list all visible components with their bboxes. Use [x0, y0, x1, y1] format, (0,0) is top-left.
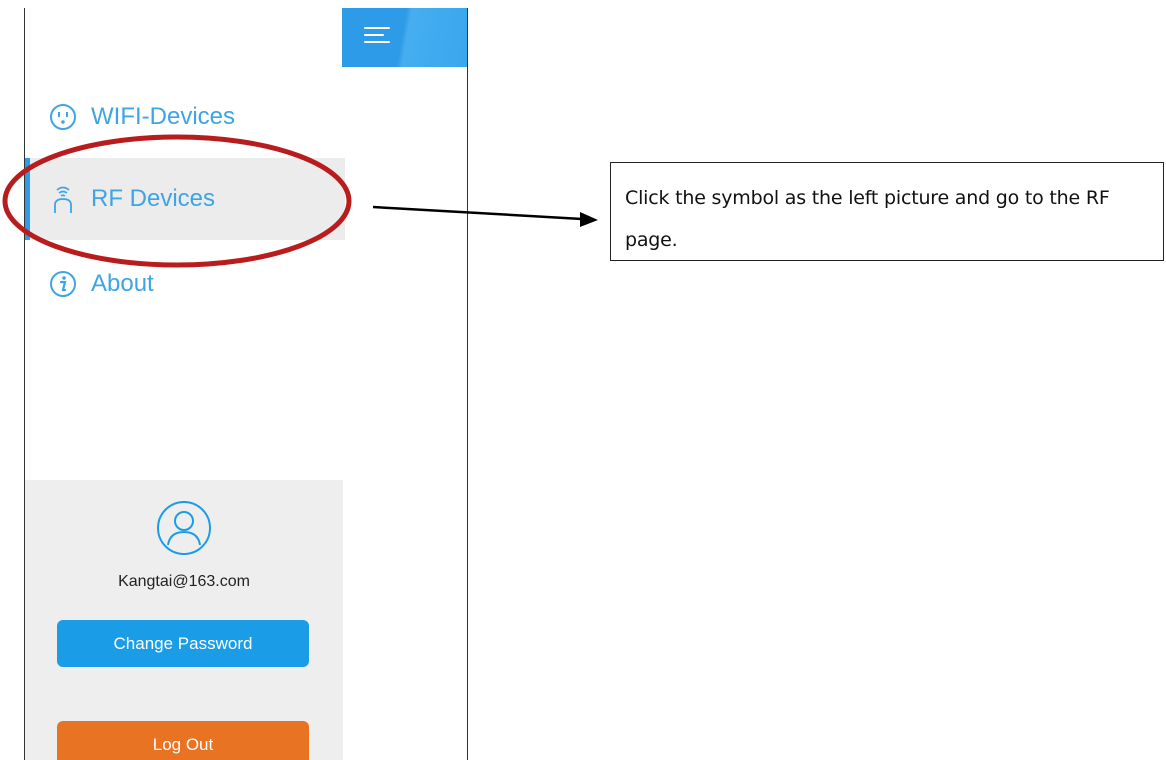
outlet-icon: [49, 103, 77, 131]
change-password-button[interactable]: Change Password: [57, 620, 309, 667]
menu-item-about[interactable]: About: [25, 243, 345, 325]
info-icon: [49, 270, 77, 298]
annotation-callout: Click the symbol as the left picture and…: [610, 162, 1164, 261]
top-bar: [342, 8, 467, 67]
menu-item-wifi-devices[interactable]: WIFI-Devices: [25, 76, 345, 158]
menu-item-rf-devices[interactable]: RF Devices: [25, 158, 345, 240]
menu-item-label: RF Devices: [91, 185, 216, 212]
account-panel: Kangtai@163.com Change Password Log Out: [25, 480, 343, 760]
pointer-arrowhead: [580, 212, 598, 227]
menu-item-label: About: [91, 270, 154, 297]
user-avatar-icon: [156, 500, 212, 556]
logout-button[interactable]: Log Out: [57, 721, 309, 760]
hamburger-menu-icon[interactable]: [364, 24, 390, 46]
phone-screenshot: WIFI-Devices RF Devices About Kangtai@16…: [24, 8, 468, 760]
menu-item-label: WIFI-Devices: [91, 103, 235, 130]
user-email: Kangtai@163.com: [118, 573, 250, 590]
rf-signal-icon: [49, 185, 77, 213]
